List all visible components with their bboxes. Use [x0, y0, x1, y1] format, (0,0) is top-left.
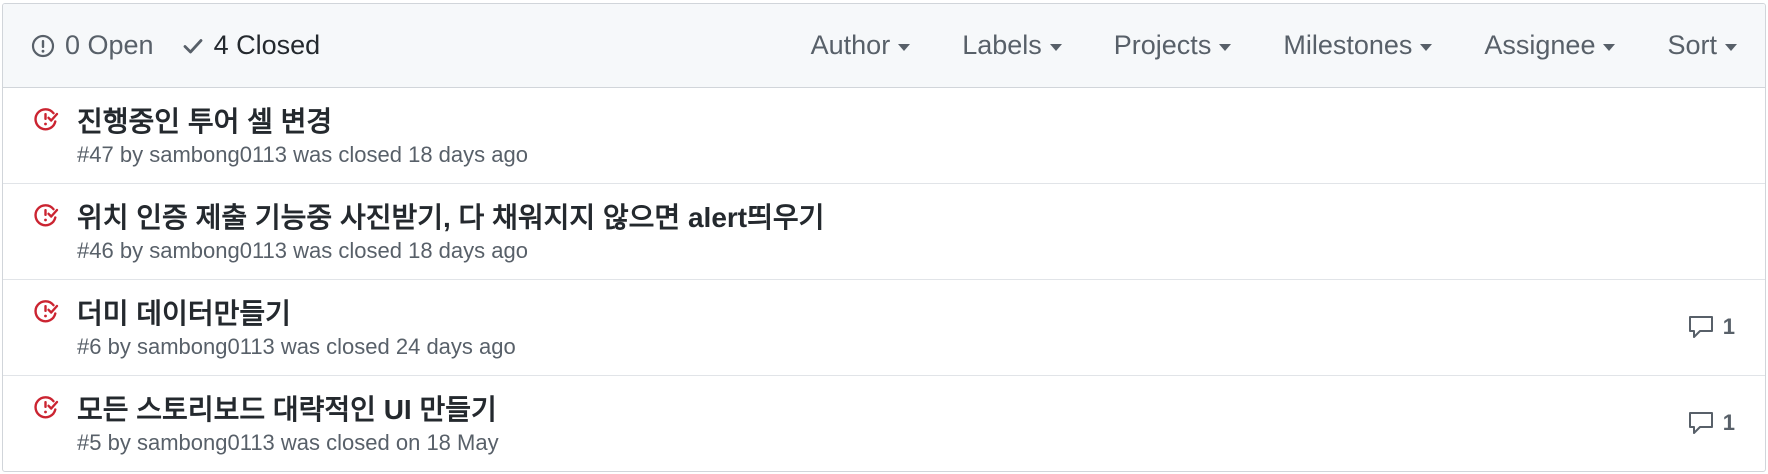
issue-closed-icon — [34, 108, 59, 131]
issue-title-link[interactable]: 모든 스토리보드 대략적인 UI 만들기 — [77, 388, 497, 428]
open-issues-link[interactable]: 0 Open — [31, 30, 154, 61]
issue-author-link[interactable]: sambong0113 — [137, 430, 275, 455]
issue-title-link[interactable]: 더미 데이터만들기 — [77, 292, 291, 332]
issue-author-link[interactable]: sambong0113 — [149, 238, 287, 263]
issue-closed-time: was closed 18 days ago — [293, 238, 528, 263]
issue-meta: #46 by sambong0113 was closed 18 days ag… — [77, 238, 528, 264]
issue-by: by — [107, 430, 131, 455]
issue-closed-time: was closed on 18 May — [280, 430, 499, 455]
issue-title-link[interactable]: 위치 인증 제출 기능중 사진받기, 다 채워지지 않으면 alert띄우기 — [77, 196, 824, 236]
caret-down-icon — [1725, 43, 1737, 51]
issue-by: by — [119, 142, 144, 167]
issue-title-link[interactable]: 진행중인 투어 셀 변경 — [77, 100, 332, 140]
milestones-filter-label: Milestones — [1283, 30, 1413, 60]
issue-author-link[interactable]: sambong0113 — [149, 142, 287, 167]
issue-row: 모든 스토리보드 대략적인 UI 만들기 #5 by sambong0113 w… — [3, 376, 1765, 471]
issue-row: 진행중인 투어 셀 변경 #47 by sambong0113 was clos… — [3, 88, 1765, 184]
issue-by: by — [119, 238, 144, 263]
caret-down-icon — [1420, 43, 1433, 51]
issues-list: 진행중인 투어 셀 변경 #47 by sambong0113 was clos… — [3, 88, 1765, 471]
comment-icon — [1688, 316, 1713, 338]
comment-icon — [1688, 412, 1713, 434]
closed-issues-link[interactable]: 4 Closed — [182, 30, 321, 61]
issue-row: 위치 인증 제출 기능중 사진받기, 다 채워지지 않으면 alert띄우기 #… — [3, 184, 1765, 280]
comment-count: 1 — [1722, 410, 1735, 435]
projects-filter[interactable]: Projects — [1114, 30, 1232, 61]
issue-meta: #5 by sambong0113 was closed on 18 May — [77, 430, 499, 456]
issue-number: #47 — [77, 142, 114, 167]
issue-author-link[interactable]: sambong0113 — [137, 334, 275, 359]
issue-closed-icon — [34, 300, 59, 323]
issue-closed-time: was closed 24 days ago — [280, 334, 516, 359]
issue-closed-icon — [34, 396, 59, 419]
issue-state-toggle: 0 Open 4 Closed — [31, 30, 320, 61]
caret-down-icon — [1049, 43, 1062, 51]
assignee-filter-label: Assignee — [1484, 30, 1596, 60]
issue-by: by — [107, 334, 131, 359]
labels-filter[interactable]: Labels — [962, 30, 1062, 61]
caret-down-icon — [1603, 43, 1616, 51]
issues-list-header: 0 Open 4 Closed Author Labels Projects M… — [3, 4, 1765, 88]
projects-filter-label: Projects — [1113, 30, 1212, 60]
labels-filter-label: Labels — [962, 30, 1042, 60]
issue-number: #46 — [77, 238, 114, 263]
issue-filters: Author Labels Projects Milestones Assign… — [811, 30, 1737, 61]
issue-row: 더미 데이터만들기 #6 by sambong0113 was closed 2… — [3, 280, 1765, 376]
milestones-filter[interactable]: Milestones — [1283, 30, 1433, 61]
issue-closed-time: was closed 18 days ago — [293, 142, 528, 167]
issue-closed-icon — [34, 204, 59, 227]
author-filter[interactable]: Author — [811, 30, 911, 61]
sort-filter-label: Sort — [1667, 30, 1717, 60]
issue-meta: #47 by sambong0113 was closed 18 days ag… — [77, 142, 528, 168]
issue-comments-link[interactable]: 1 — [1687, 410, 1735, 436]
closed-count-label: 4 Closed — [213, 30, 321, 60]
caret-down-icon — [1219, 43, 1232, 51]
comment-count: 1 — [1722, 314, 1735, 339]
issue-number: #5 — [77, 430, 102, 455]
issue-opened-icon — [31, 34, 55, 57]
sort-filter[interactable]: Sort — [1667, 30, 1737, 61]
assignee-filter[interactable]: Assignee — [1484, 30, 1616, 61]
caret-down-icon — [898, 43, 911, 51]
issue-comments-link[interactable]: 1 — [1687, 314, 1735, 340]
issue-number: #6 — [77, 334, 102, 359]
issue-meta: #6 by sambong0113 was closed 24 days ago — [77, 334, 516, 360]
author-filter-label: Author — [810, 30, 891, 60]
check-icon — [183, 38, 202, 53]
issues-list-box: 0 Open 4 Closed Author Labels Projects M… — [2, 3, 1766, 472]
open-count-label: 0 Open — [65, 30, 154, 60]
